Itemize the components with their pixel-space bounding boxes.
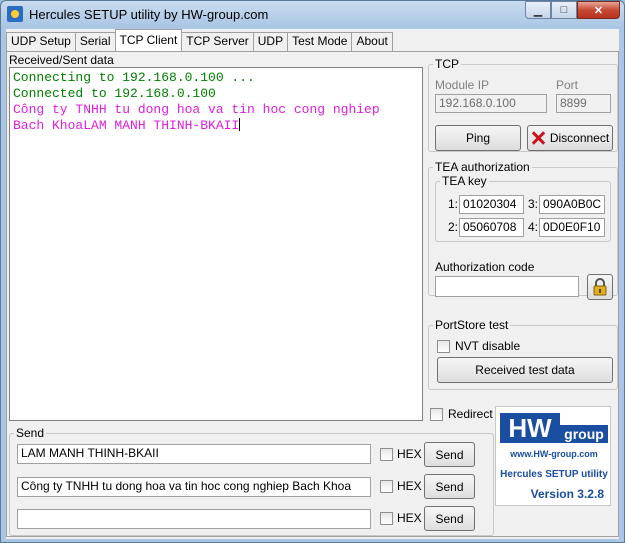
text-caret — [239, 118, 241, 131]
ping-button[interactable]: Ping — [435, 125, 521, 151]
maximize-button[interactable]: □ — [551, 1, 577, 19]
send-button-3[interactable]: Send — [424, 506, 475, 531]
hex-checkbox-1[interactable] — [380, 448, 393, 461]
redirect-udp-checkbox[interactable] — [430, 408, 443, 421]
module-ip-label: Module IP — [435, 78, 490, 92]
send-field-3[interactable] — [17, 509, 371, 529]
port-label: Port — [556, 78, 579, 92]
auth-code-field[interactable] — [435, 276, 579, 297]
tab-test-mode[interactable]: Test Mode — [287, 32, 353, 51]
hex-label-1: HEX — [397, 447, 422, 461]
hex-label-2: HEX — [397, 479, 422, 493]
tab-tcp-client[interactable]: TCP Client — [114, 29, 183, 51]
log-line: Connecting to 192.168.0.100 ... — [13, 70, 255, 85]
port-field[interactable]: 8899 — [556, 94, 611, 113]
hex-checkbox-3[interactable] — [380, 512, 393, 525]
hw-group-logo[interactable]: HW group www.HW-group.com Hercules SETUP… — [495, 406, 611, 506]
tcp-legend: TCP — [435, 57, 459, 71]
logo-hw: HW — [500, 413, 560, 443]
app-icon — [7, 6, 23, 22]
key-2-label: 2: — [448, 220, 459, 234]
tab-udp-setup[interactable]: UDP Setup — [6, 32, 76, 51]
auth-code-label: Authorization code — [435, 260, 535, 274]
received-test-data-button[interactable]: Received test data — [437, 357, 613, 383]
tab-tcp-server[interactable]: TCP Server — [181, 32, 254, 51]
received-sent-label: Received/Sent data — [9, 53, 114, 67]
close-button[interactable]: ✕ — [577, 1, 620, 19]
nvt-disable-checkbox[interactable] — [437, 340, 450, 353]
logo-url: www.HW-group.com — [510, 449, 598, 459]
key-4-label: 4: — [528, 220, 539, 234]
tab-bar: UDP Setup Serial TCP Client TCP Server U… — [6, 29, 393, 52]
send-button-2[interactable]: Send — [424, 474, 475, 499]
key-1-label: 1: — [448, 197, 459, 211]
lock-button[interactable] — [587, 274, 613, 300]
nvt-disable-label: NVT disable — [455, 339, 521, 353]
logo-app-name: Hercules SETUP utility — [500, 469, 608, 480]
logo-group: group — [560, 425, 608, 443]
tea-key-legend: TEA key — [442, 174, 487, 188]
window-title: Hercules SETUP utility by HW-group.com — [29, 7, 269, 22]
module-ip-field[interactable]: 192.168.0.100 — [435, 94, 547, 113]
send-legend: Send — [16, 426, 45, 440]
log-line: Bach KhoaLAM MANH THINH-BKAII — [13, 118, 241, 133]
logo-version: Version 3.2.8 — [530, 487, 604, 501]
app-window: Hercules SETUP utility by HW-group.com ▁… — [0, 0, 625, 543]
send-field-1[interactable]: LAM MANH THINH-BKAII — [17, 444, 371, 464]
log-line: Công ty TNHH tu dong hoa va tin hoc cong… — [13, 102, 380, 117]
tea-legend: TEA authorization — [435, 160, 530, 174]
disconnect-x-icon — [531, 131, 545, 145]
tab-udp[interactable]: UDP — [252, 32, 289, 51]
received-data-log[interactable]: Connecting to 192.168.0.100 ... Connecte… — [9, 67, 423, 421]
send-field-2[interactable]: Công ty TNHH tu dong hoa va tin hoc cong… — [17, 477, 371, 497]
key-3-field[interactable]: 090A0B0C — [539, 195, 605, 214]
log-line: Connected to 192.168.0.100 — [13, 86, 216, 101]
key-1-field[interactable]: 01020304 — [459, 195, 524, 214]
minimize-button[interactable]: ▁ — [525, 1, 551, 19]
key-2-field[interactable]: 05060708 — [459, 218, 524, 237]
key-4-field[interactable]: 0D0E0F10 — [539, 218, 605, 237]
title-bar[interactable]: Hercules SETUP utility by HW-group.com ▁… — [1, 1, 624, 29]
hex-checkbox-2[interactable] — [380, 480, 393, 493]
tab-serial[interactable]: Serial — [74, 32, 116, 51]
tab-about[interactable]: About — [351, 32, 393, 51]
send-button-1[interactable]: Send — [424, 442, 475, 467]
lock-icon — [593, 278, 607, 296]
hex-label-3: HEX — [397, 511, 422, 525]
portstore-legend: PortStore test — [435, 318, 509, 332]
disconnect-button[interactable]: Disconnect — [527, 125, 613, 151]
key-3-label: 3: — [528, 197, 539, 211]
